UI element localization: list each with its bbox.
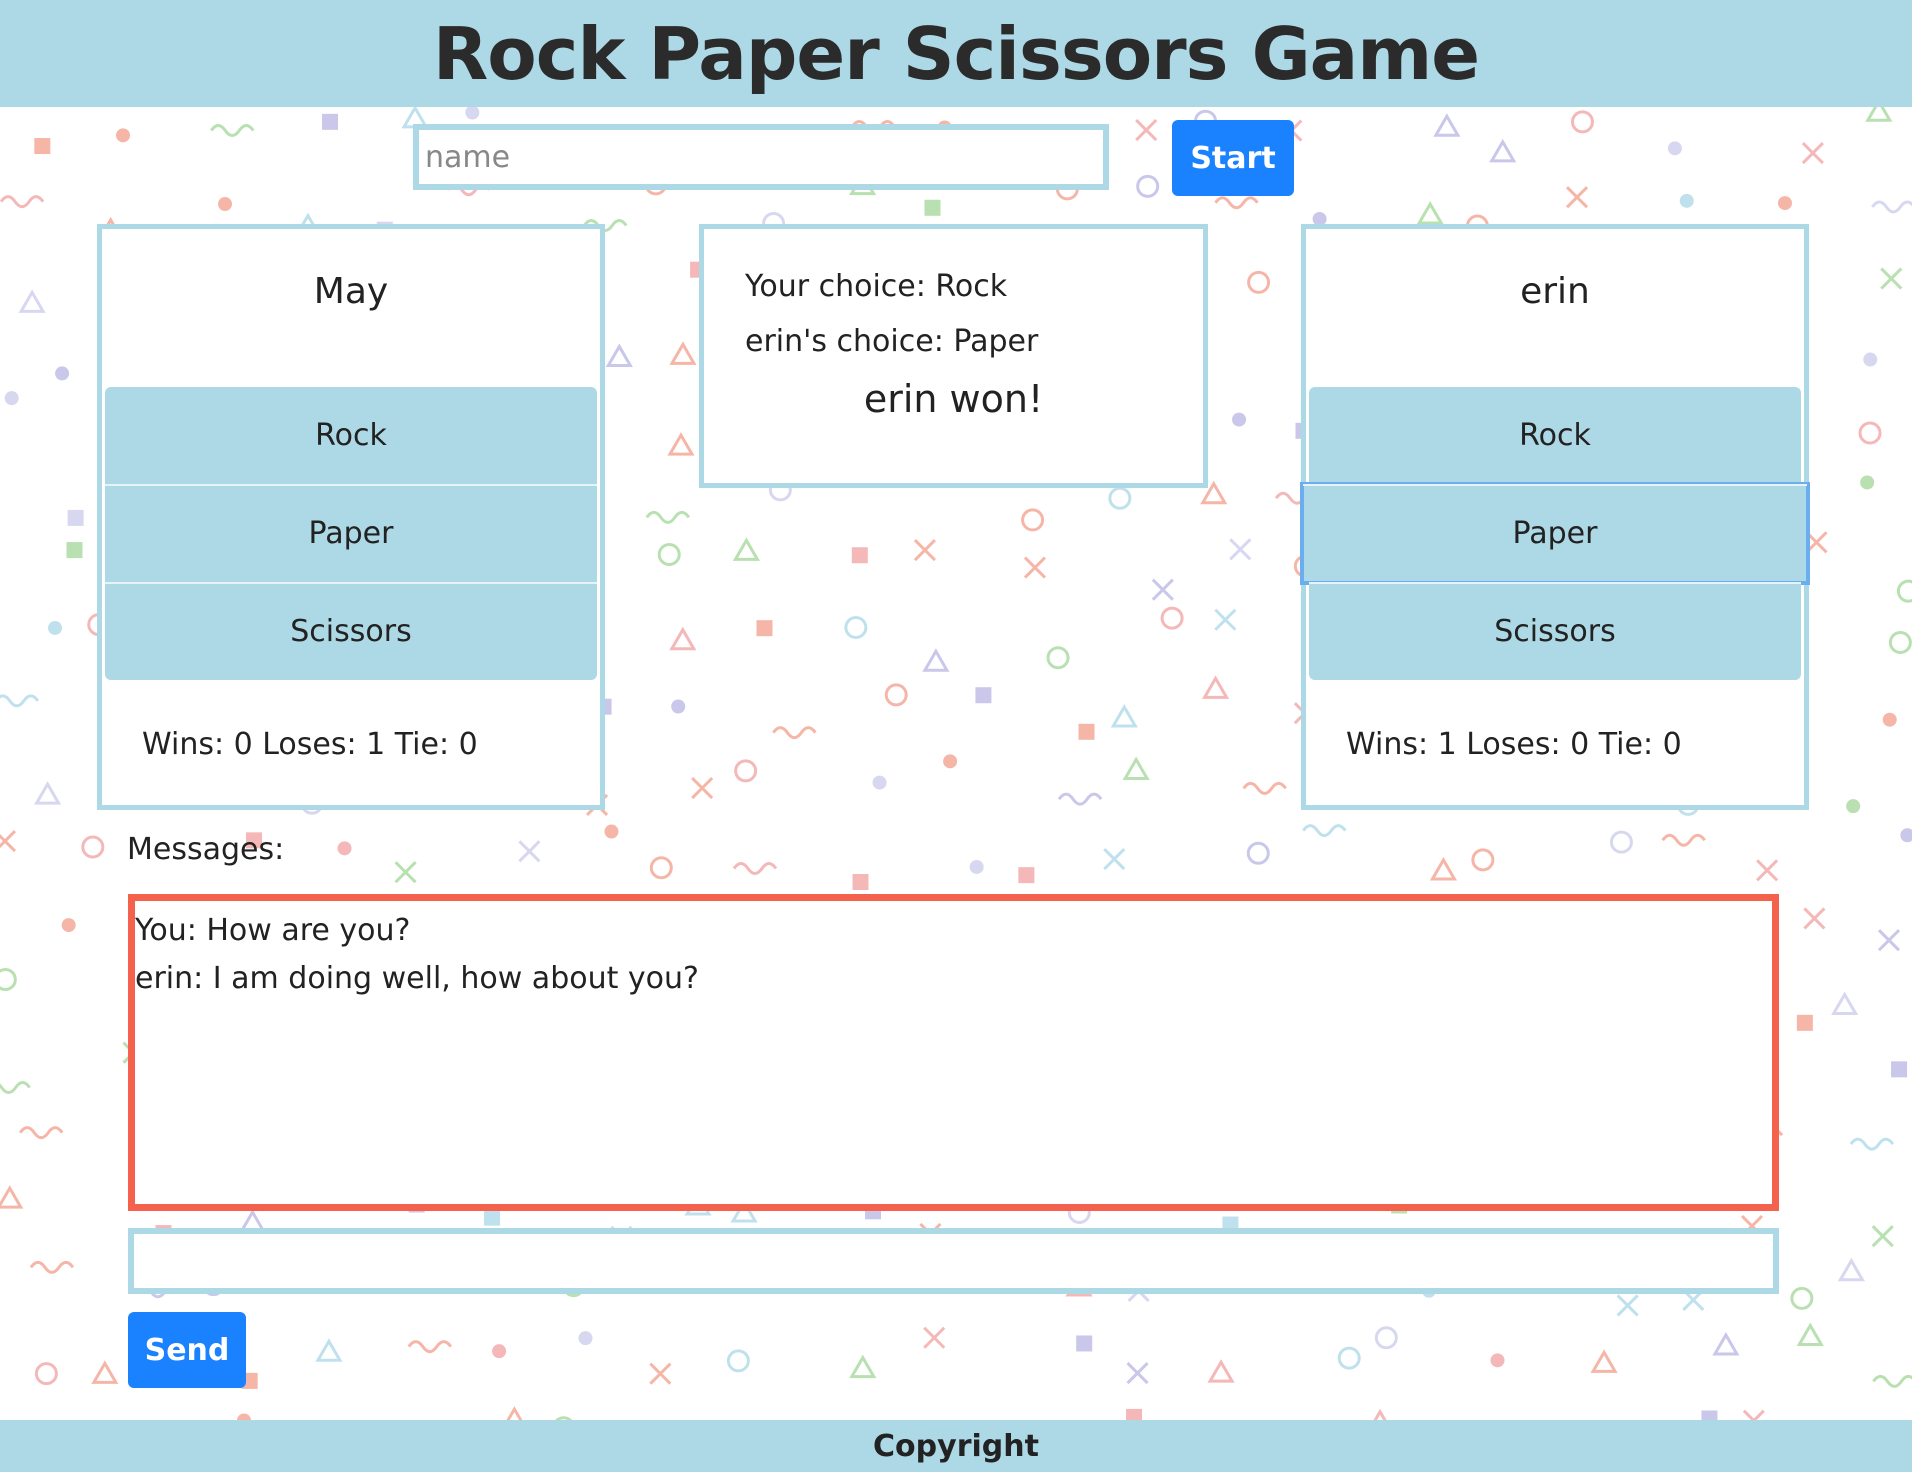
score-text: Wins: 0 Loses: 1 Tie: 0 <box>142 727 478 762</box>
player-name: erin <box>1520 271 1590 312</box>
your-choice-text: Your choice: Rock <box>745 269 1008 304</box>
messages-label: Messages: <box>127 832 285 867</box>
scissors-button[interactable]: Scissors <box>1309 582 1801 680</box>
header-bar: Rock Paper Scissors Game <box>0 0 1912 107</box>
scissors-button[interactable]: Scissors <box>105 582 597 680</box>
footer-bar: Copyright <box>0 1420 1912 1472</box>
page-title: Rock Paper Scissors Game <box>432 11 1480 96</box>
send-button[interactable]: Send <box>128 1312 246 1388</box>
score-text: Wins: 1 Loses: 0 Tie: 0 <box>1346 727 1682 762</box>
player-panel-right: erin Rock Paper Scissors Wins: 1 Loses: … <box>1300 224 1810 810</box>
opponent-choice-text: erin's choice: Paper <box>745 324 1039 359</box>
footer-text: Copyright <box>873 1428 1039 1464</box>
result-panel: Your choice: Rock erin's choice: Paper e… <box>699 224 1208 488</box>
paper-button[interactable]: Paper <box>105 484 597 582</box>
message-input[interactable] <box>128 1228 1779 1294</box>
rock-button[interactable]: Rock <box>105 387 597 484</box>
player-name: May <box>313 271 389 312</box>
rock-button[interactable]: Rock <box>1309 387 1801 484</box>
message-line: You: How are you? <box>135 913 411 948</box>
name-input[interactable] <box>413 124 1109 190</box>
paper-button[interactable]: Paper <box>1300 482 1810 585</box>
start-button[interactable]: Start <box>1172 120 1294 196</box>
message-line: erin: I am doing well, how about you? <box>135 961 699 996</box>
messages-box[interactable]: You: How are you? erin: I am doing well,… <box>128 894 1779 1211</box>
winner-text: erin won! <box>863 377 1044 421</box>
player-panel-left: May Rock Paper Scissors Wins: 0 Loses: 1… <box>97 224 605 810</box>
